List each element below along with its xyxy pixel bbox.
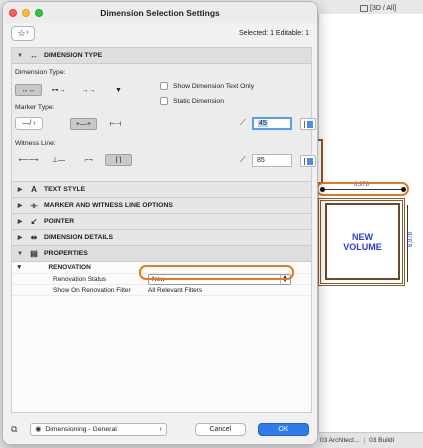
dimension-type-label: Dimension Type: bbox=[15, 69, 66, 76]
settings-panel: ▼ ↔ DIMENSION TYPE Dimension Type: ↔↔ ⊶→… bbox=[11, 47, 316, 413]
disclosure-closed-icon: ▶ bbox=[17, 203, 23, 209]
section-dimension-details[interactable]: ▶ ⇹ DIMENSION DETAILS bbox=[12, 230, 311, 246]
volume-label-line2: VOLUME bbox=[343, 241, 382, 252]
elevation-dimension-option[interactable]: ▼ bbox=[105, 84, 132, 96]
show-dimension-text-only-label: Show Dimension Text Only bbox=[173, 82, 255, 90]
layer-icon: ⧉ bbox=[11, 423, 18, 434]
dimension-type-options: ↔↔ ⊶→ →→ ▼ bbox=[15, 84, 132, 96]
section-label: DIMENSION TYPE bbox=[44, 52, 103, 59]
marker-size-field[interactable]: 45 bbox=[252, 117, 292, 130]
static-dimension-label: Static Dimension bbox=[173, 97, 224, 105]
property-group-renovation[interactable]: ▼ RENOVATION bbox=[12, 262, 311, 274]
disclosure-closed-icon: ▶ bbox=[17, 187, 23, 193]
text-style-icon: A bbox=[31, 185, 37, 194]
stepper-arrows-icon[interactable]: ▲ ▼ bbox=[280, 274, 289, 284]
title-bar[interactable]: Dimension Selection Settings bbox=[3, 2, 317, 23]
dimension-details-icon: ⇹ bbox=[30, 233, 38, 242]
bottom-tab-1[interactable]: 03 Architect... bbox=[320, 437, 359, 444]
marker-type-label: Marker Type: bbox=[15, 104, 55, 111]
section-marker-witness[interactable]: ▶ ⟛ MARKER AND WITNESS LINE OPTIONS bbox=[12, 198, 311, 214]
checkbox-box[interactable] bbox=[160, 97, 168, 105]
static-dimension-checkbox[interactable]: Static Dimension bbox=[160, 97, 224, 105]
top-bar: ☆ › Selected: 1 Editable: 1 bbox=[3, 23, 317, 43]
view-tab-label: [3D / All] bbox=[370, 4, 397, 12]
dialog-footer: ⧉ ◉ Dimensioning - General › Cancel OK bbox=[3, 414, 317, 444]
marker-witness-icon: ⟛ bbox=[30, 200, 38, 210]
disclosure-closed-icon: ▶ bbox=[17, 219, 23, 225]
chevron-right-icon: › bbox=[159, 425, 162, 433]
properties-icon: ▤ bbox=[30, 249, 38, 258]
section-pointer[interactable]: ▶ ↙ POINTER bbox=[12, 214, 311, 230]
group-disclosure-icon: ▼ bbox=[16, 264, 23, 271]
window-controls bbox=[9, 9, 43, 17]
tab-separator: | bbox=[363, 437, 366, 444]
witness-custom-option[interactable]: ⌈⌉ bbox=[105, 154, 132, 166]
upper-wall bbox=[318, 139, 323, 184]
property-row-renovation-filter[interactable]: Show On Renovation Filter All Relevant F… bbox=[12, 285, 311, 296]
chevron-right-icon: › bbox=[33, 120, 36, 127]
disclosure-closed-icon: ▶ bbox=[17, 235, 23, 241]
properties-table: ▼ RENOVATION Renovation Status New ▲ ▼ Sho… bbox=[12, 262, 311, 296]
section-text-style[interactable]: ▶ A TEXT STYLE bbox=[12, 182, 311, 198]
minimize-window-button[interactable] bbox=[22, 9, 30, 17]
new-volume[interactable]: NEW VOLUME bbox=[325, 203, 400, 280]
marker-line-option[interactable]: +—+ bbox=[70, 118, 97, 130]
eye-icon: ◉ bbox=[35, 426, 42, 433]
volume-label-line1: NEW bbox=[351, 231, 373, 242]
marker-tick-option[interactable]: ⊢⊣ bbox=[102, 118, 129, 130]
witness-full-option[interactable]: ⌐¬ bbox=[75, 154, 102, 166]
zoom-window-button[interactable] bbox=[35, 9, 43, 17]
chevron-right-icon: › bbox=[26, 30, 29, 36]
cumulative-dimension-option[interactable]: ⊶→ bbox=[45, 84, 72, 96]
pointer-icon: ↙ bbox=[30, 217, 38, 226]
close-window-button[interactable] bbox=[9, 9, 17, 17]
linear-dimension-option[interactable]: ↔↔ bbox=[15, 84, 42, 96]
selection-info: Selected: 1 Editable: 1 bbox=[238, 29, 309, 37]
bottom-tab-bar: 03 Architect... | 03 Buildi bbox=[318, 432, 423, 448]
dimension-settings-dialog: Dimension Selection Settings ☆ › Selected… bbox=[2, 1, 318, 445]
marker-type-dropdown[interactable]: —/› bbox=[15, 117, 43, 130]
favorites-button[interactable]: ☆ › bbox=[11, 25, 35, 41]
bottom-tab-2[interactable]: 03 Buildi bbox=[369, 437, 394, 444]
vertical-dimension-value: 6,978 bbox=[408, 232, 414, 248]
star-icon: ☆ bbox=[17, 27, 26, 38]
view-3d-icon bbox=[360, 4, 368, 12]
witness-length-icon: ⟋ bbox=[240, 155, 246, 164]
witness-none-option[interactable]: ⟵⟶ bbox=[15, 154, 42, 166]
section-dimension-type[interactable]: ▼ ↔ DIMENSION TYPE bbox=[12, 48, 311, 64]
ok-button[interactable]: OK bbox=[257, 422, 309, 436]
cancel-button[interactable]: Cancel bbox=[194, 422, 246, 436]
checkbox-box[interactable] bbox=[160, 82, 168, 90]
witness-short-option[interactable]: ⊥— bbox=[45, 154, 72, 166]
marker-pen-button[interactable] bbox=[300, 118, 316, 130]
dimension-type-body: Dimension Type: ↔↔ ⊶→ →→ ▼ Show Dimensio… bbox=[12, 64, 316, 182]
dimension-tool-icon: ↔ bbox=[30, 51, 38, 60]
disclosure-open-icon: ▼ bbox=[17, 250, 23, 257]
marker-size-icon: ⟋ bbox=[240, 118, 246, 127]
section-properties[interactable]: ▼ ▤ PROPERTIES bbox=[12, 246, 311, 262]
property-row-renovation-status: Renovation Status New ▲ ▼ bbox=[12, 273, 311, 285]
witness-pen-button[interactable] bbox=[300, 155, 316, 167]
witness-line-label: Witness Line: bbox=[15, 140, 56, 147]
dimension-highlight bbox=[316, 182, 409, 196]
marker-slash-icon: —/ bbox=[22, 120, 32, 127]
disclosure-open-icon: ▼ bbox=[17, 52, 23, 59]
view-tab[interactable]: [3D / All] bbox=[360, 2, 396, 14]
show-dimension-text-only-checkbox[interactable]: Show Dimension Text Only bbox=[160, 82, 254, 90]
window-title: Dimension Selection Settings bbox=[100, 7, 220, 18]
witness-line-options: ⟵⟶ ⊥— ⌐¬ ⌈⌉ bbox=[15, 154, 132, 166]
renovation-status-select[interactable]: New ▲ ▼ bbox=[148, 273, 291, 285]
layer-select[interactable]: ◉ Dimensioning - General › bbox=[30, 422, 167, 436]
witness-length-field[interactable]: 85 bbox=[252, 154, 292, 167]
incremental-dimension-option[interactable]: →→ bbox=[75, 84, 102, 96]
